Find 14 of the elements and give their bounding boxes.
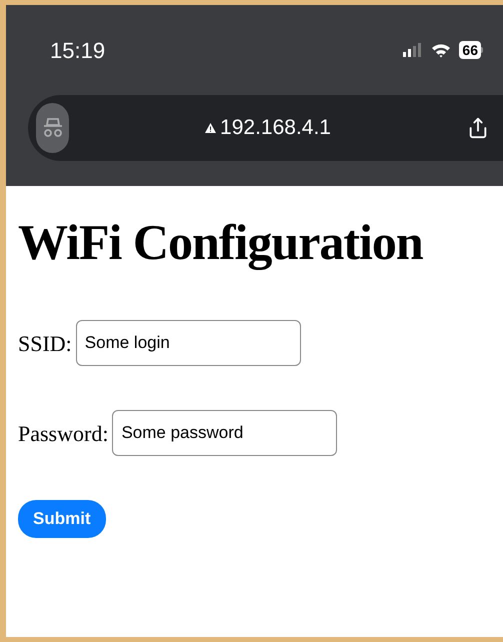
url-text: 192.168.4.1 bbox=[220, 115, 331, 142]
address-bar[interactable]: 192.168.4.1 bbox=[28, 95, 503, 161]
wifi-icon bbox=[431, 42, 452, 58]
share-icon[interactable] bbox=[467, 115, 489, 141]
submit-button[interactable]: Submit bbox=[18, 500, 106, 538]
text-field[interactable]: Some password bbox=[112, 410, 338, 456]
signal-icon bbox=[403, 43, 424, 57]
text-field[interactable]: Some login bbox=[76, 320, 301, 366]
page-title: WiFi Configuration bbox=[18, 213, 424, 272]
status-time: 15:19 bbox=[50, 36, 106, 64]
incognito-icon[interactable] bbox=[36, 103, 69, 153]
field-label: SSID: bbox=[18, 330, 72, 358]
field-label: Password: bbox=[18, 420, 108, 448]
battery-indicator: 66 bbox=[459, 41, 483, 59]
